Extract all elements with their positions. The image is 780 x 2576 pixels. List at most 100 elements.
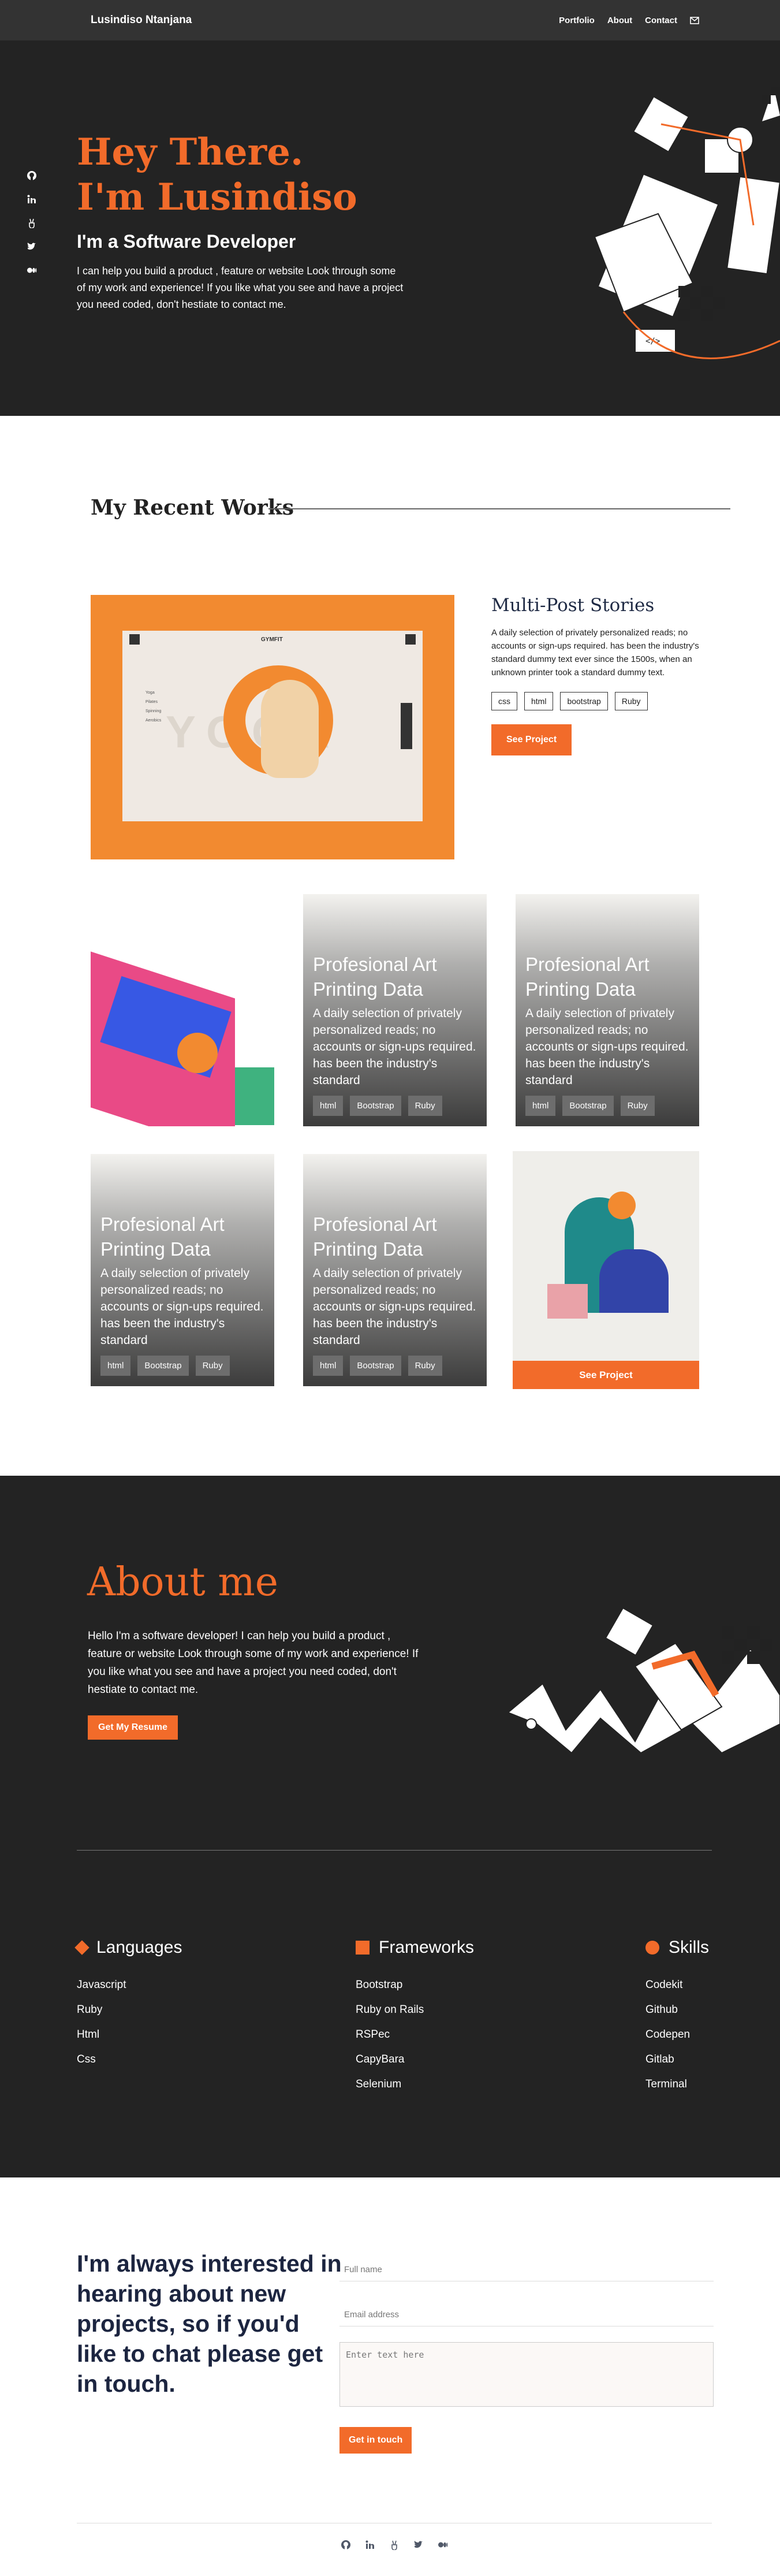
project-card[interactable]: Profesional Art Printing Data A daily se… [91, 1154, 274, 1386]
card-tag: Ruby [195, 1356, 230, 1376]
card-shape [599, 1249, 669, 1313]
project-card[interactable] [91, 894, 274, 1126]
list-item: RSPec [356, 2028, 390, 2041]
twitter-icon[interactable] [413, 2540, 424, 2550]
see-project-button[interactable]: See Project [491, 724, 572, 755]
skills-heading: Skills [645, 1938, 709, 1957]
tag: Ruby [614, 692, 648, 710]
card-shape [608, 1192, 636, 1219]
list-item: Ruby on Rails [356, 2004, 424, 2016]
feature-project-image[interactable]: GYMFIT YOGA Yoga Pilates Spinning Aerobi… [91, 595, 454, 859]
card-title: Profesional Art Printing Data [100, 1213, 225, 1260]
tag: bootstrap [560, 692, 608, 710]
hero-title-line1: Hey There. [77, 131, 304, 174]
linkedin-icon[interactable] [365, 2540, 375, 2550]
card-text: A daily selection of privately personali… [313, 1007, 476, 1087]
list-item: Ruby [77, 2004, 103, 2016]
list-item: Terminal [645, 2078, 687, 2090]
medium-icon[interactable] [27, 265, 37, 276]
top-nav: Lusindiso Ntanjana Portfolio About Conta… [0, 0, 780, 40]
angellist-icon[interactable] [27, 218, 37, 229]
about-text: Hello I'm a software developer! I can he… [88, 1630, 419, 1696]
list-item: Javascript [77, 1979, 126, 1991]
mockup-menu-item: Yoga [145, 691, 155, 695]
card-tags: html Bootstrap Ruby [100, 1356, 268, 1376]
nav-portfolio[interactable]: Portfolio [559, 16, 595, 25]
mockup-side-bar [401, 703, 412, 749]
card-body: Profesional Art Printing Data A daily se… [313, 1212, 480, 1376]
github-icon[interactable] [341, 2540, 351, 2550]
mockup-menu-item: Aerobics [145, 719, 162, 723]
tag: html [524, 692, 554, 710]
about-illustration [507, 1607, 780, 1754]
footer-social-links [341, 2540, 448, 2551]
card-title: Profesional Art Printing Data [313, 1213, 437, 1260]
list-item: Css [77, 2053, 96, 2065]
card-body: Profesional Art Printing Data A daily se… [525, 952, 693, 1116]
frameworks-list: Bootstrap Ruby on Rails RSPec CapyBara S… [356, 1972, 474, 2097]
mockup-menu-item: Pilates [145, 700, 158, 704]
square-icon [356, 1941, 370, 1955]
card-tags: html Bootstrap Ruby [313, 1096, 480, 1116]
card-text: A daily selection of privately personali… [525, 1007, 689, 1087]
card-tag: html [100, 1356, 131, 1376]
twitter-icon[interactable] [27, 241, 37, 252]
hero-social-links [27, 170, 37, 276]
hero-subtitle: I'm a Software Developer [77, 231, 296, 252]
feature-mockup: GYMFIT YOGA Yoga Pilates Spinning Aerobi… [122, 631, 423, 821]
card-tag: Ruby [408, 1356, 442, 1376]
linkedin-icon[interactable] [27, 194, 37, 204]
project-card[interactable]: Profesional Art Printing Data A daily se… [303, 1154, 487, 1386]
nav-links: Portfolio About Contact [559, 16, 699, 25]
mockup-menu-box [129, 634, 140, 645]
card-text: A daily selection of privately personali… [313, 1267, 476, 1347]
project-card[interactable]: Profesional Art Printing Data A daily se… [516, 894, 699, 1126]
card-tag: html [313, 1096, 344, 1116]
message-textarea[interactable]: Enter text here [339, 2342, 714, 2407]
card-tags: html Bootstrap Ruby [313, 1356, 480, 1376]
card-tag: html [525, 1096, 556, 1116]
diamond-icon [74, 1940, 89, 1955]
card-shape [125, 929, 131, 952]
nav-contact[interactable]: Contact [645, 16, 677, 25]
list-item: Codekit [645, 1979, 683, 1991]
email-input[interactable]: Email address [339, 2303, 714, 2326]
feature-text: A daily selection of privately personali… [491, 628, 699, 677]
feature-project-info: Multi-Post Stories A daily selection of … [491, 595, 705, 755]
get-in-touch-button[interactable]: Get in touch [339, 2427, 412, 2454]
list-item: Github [645, 2004, 678, 2016]
envelope-icon[interactable] [690, 16, 699, 24]
works-divider [268, 508, 730, 509]
tag: css [491, 692, 517, 710]
get-resume-button[interactable]: Get My Resume [88, 1715, 178, 1740]
feature-title: Multi-Post Stories [491, 595, 655, 616]
medium-icon[interactable] [438, 2540, 448, 2550]
card-text: A daily selection of privately personali… [100, 1267, 264, 1347]
mockup-logo: GYMFIT [261, 636, 283, 643]
mockup-cart-box [405, 634, 416, 645]
card-tag: Bootstrap [562, 1096, 614, 1116]
see-project-button[interactable]: See Project [513, 1361, 699, 1389]
hero-section: Hey There. I'm Lusindiso I'm a Software … [0, 40, 780, 416]
github-icon[interactable] [27, 170, 37, 181]
mockup-figure [261, 680, 319, 778]
card-shape [177, 1033, 218, 1073]
list-item: Html [77, 2028, 100, 2041]
card-tag: html [313, 1356, 344, 1376]
hero-title-line2: I'm Lusindiso [77, 176, 357, 219]
card-tag: Bootstrap [350, 1356, 401, 1376]
card-shape [235, 1067, 274, 1125]
brand-name[interactable]: Lusindiso Ntanjana [91, 14, 192, 27]
nav-about[interactable]: About [607, 16, 632, 25]
project-card[interactable]: Profesional Art Printing Data A daily se… [303, 894, 487, 1126]
full-name-input[interactable]: Full name [339, 2258, 714, 2281]
project-card[interactable]: See Project [513, 1151, 699, 1389]
about-section: About me Hello I'm a software developer!… [0, 1476, 780, 2177]
card-tag: Ruby [408, 1096, 442, 1116]
angellist-icon[interactable] [389, 2540, 400, 2551]
frameworks-title: Frameworks [379, 1938, 475, 1957]
about-divider [77, 1850, 712, 1851]
works-title: My Recent Works [91, 496, 294, 520]
hero-text: I can help you build a product , feature… [77, 265, 404, 310]
card-title: Profesional Art Printing Data [525, 954, 650, 1000]
